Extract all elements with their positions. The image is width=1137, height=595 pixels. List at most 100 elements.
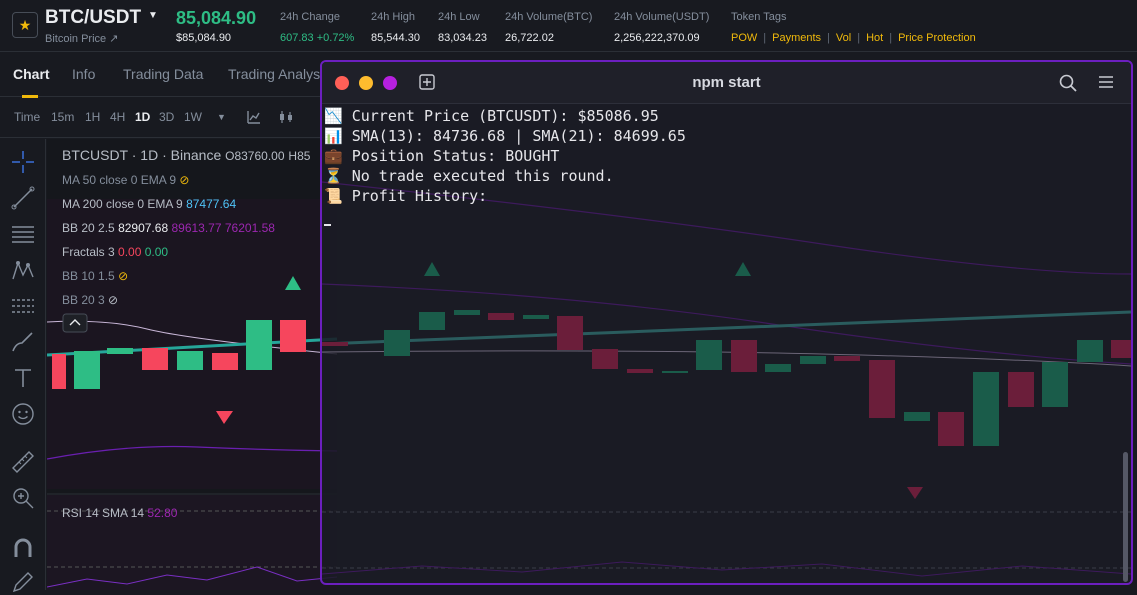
stat-label-24h-high: 24h High	[371, 11, 416, 23]
tf-time[interactable]: Time	[14, 110, 40, 124]
stat-value-24h-change: 607.83 +0.72%	[280, 32, 355, 44]
fib-icon[interactable]	[10, 221, 36, 247]
scroll-icon: 📜	[324, 187, 343, 205]
bitcoin-price-link[interactable]: Bitcoin Price ↗	[45, 32, 118, 45]
legend-rsi: RSI 14 SMA 14 52.80	[62, 506, 178, 520]
output-line-sma: 📊 SMA(13): 84736.68 | SMA(21): 84699.65	[324, 127, 686, 145]
crosshair-icon[interactable]	[10, 149, 36, 175]
candle	[1008, 372, 1034, 407]
terminal-scrollbar[interactable]	[1123, 452, 1128, 582]
chart-down-icon: 📉	[324, 107, 343, 125]
bar-chart-icon: 📊	[324, 127, 343, 145]
stat-value-24h-low: 83,034.23	[438, 32, 487, 44]
candle	[731, 340, 757, 372]
tab-chart[interactable]: Chart	[13, 66, 50, 82]
tag-payments[interactable]: Payments	[772, 32, 821, 44]
candle	[834, 356, 860, 361]
timeframe-bar: Time 15m 1H 4H 1D 3D 1W ▼	[0, 98, 330, 138]
magnet-icon[interactable]	[10, 535, 36, 561]
tf-1h[interactable]: 1H	[85, 110, 100, 124]
stat-label-volume-usdt: 24h Volume(USDT)	[614, 11, 710, 23]
tf-3d[interactable]: 3D	[159, 110, 174, 124]
output-line-trade: ⏳ No trade executed this round.	[324, 167, 614, 185]
ma-line	[322, 350, 1131, 367]
more-timeframes-chevron-icon[interactable]: ▼	[217, 112, 226, 122]
briefcase-icon: 💼	[324, 147, 343, 165]
candle	[1077, 340, 1103, 362]
terminal-output[interactable]: 📉 Current Price (BTCUSDT): $85086.95 📊 S…	[324, 106, 686, 206]
tab-trading-data[interactable]: Trading Data	[123, 66, 203, 82]
tab-trading-analysis[interactable]: Trading Analysis	[228, 66, 330, 82]
tf-15m[interactable]: 15m	[51, 110, 74, 124]
measure-lines-icon[interactable]	[10, 293, 36, 319]
tag-pow[interactable]: POW	[731, 32, 757, 44]
candle	[280, 320, 306, 352]
search-icon[interactable]	[1059, 74, 1077, 92]
pair-name[interactable]: BTC/USDT	[45, 7, 141, 29]
candle	[488, 313, 514, 320]
candle	[212, 353, 238, 370]
stat-value-24h-high: 85,544.30	[371, 32, 420, 44]
candle	[904, 412, 930, 421]
candle	[419, 312, 445, 330]
stat-label-token-tags: Token Tags	[731, 11, 787, 23]
tf-4h[interactable]: 4H	[110, 110, 125, 124]
ruler-icon[interactable]	[10, 449, 36, 475]
collapse-legend-button[interactable]	[62, 313, 88, 333]
emoji-icon[interactable]	[10, 401, 36, 427]
legend-bb20: BB 20 3 ⊘	[62, 293, 119, 307]
hourglass-icon: ⏳	[324, 167, 343, 185]
eye-off-icon[interactable]: ⊘	[179, 173, 189, 187]
pattern-icon[interactable]	[10, 257, 36, 283]
last-price: 85,084.90	[176, 8, 257, 28]
favorite-star-button[interactable]: ★	[12, 12, 38, 38]
candles-group	[322, 262, 1131, 499]
eye-off-icon[interactable]: ⊘	[118, 269, 128, 283]
candle	[973, 372, 999, 446]
stat-label-volume-btc: 24h Volume(BTC)	[505, 11, 593, 23]
terminal-title: npm start	[692, 74, 761, 91]
candle	[800, 356, 826, 364]
tag-price-protection[interactable]: Price Protection	[898, 32, 976, 44]
candle-type-icon[interactable]	[278, 110, 294, 124]
lock-pencil-icon[interactable]	[10, 569, 36, 595]
stat-value-volume-btc: 26,722.02	[505, 32, 554, 44]
tf-1d[interactable]: 1D	[135, 110, 150, 124]
candle	[557, 316, 583, 350]
terminal-window[interactable]: npm start 📉 Current Price (BTCUSDT): $85…	[320, 60, 1133, 585]
candle	[523, 315, 549, 319]
output-line-profit: 📜 Profit History:	[324, 187, 488, 205]
drawing-toolbar	[0, 139, 46, 593]
tf-1w[interactable]: 1W	[184, 110, 202, 124]
trendline-icon[interactable]	[10, 185, 36, 211]
candle	[52, 354, 66, 389]
indicator-chart-icon[interactable]	[247, 110, 261, 124]
tag-hot[interactable]: Hot	[866, 32, 883, 44]
stat-label-24h-change: 24h Change	[280, 11, 340, 23]
chevron-down-icon[interactable]: ▼	[148, 10, 158, 21]
stat-label-24h-low: 24h Low	[438, 11, 480, 23]
rsi-line	[322, 561, 1131, 577]
eye-off-icon[interactable]: ⊘	[108, 293, 118, 307]
terminal-titlebar: npm start	[322, 62, 1131, 104]
legend-ma200: MA 200 close 0 EMA 9 87477.64	[62, 197, 237, 211]
candle	[177, 351, 203, 370]
candle	[1042, 362, 1068, 407]
legend-fractals: Fractals 3 0.00 0.00	[62, 245, 169, 259]
candle	[1111, 340, 1131, 358]
chart-tabs: Chart Info Trading Data Trading Analysis	[0, 53, 330, 98]
zoom-icon[interactable]	[10, 485, 36, 511]
candle	[454, 310, 480, 315]
tag-vol[interactable]: Vol	[836, 32, 851, 44]
hamburger-menu-icon[interactable]	[1098, 75, 1114, 89]
chart-symbol-title: BTCUSDT · 1D · Binance O83760.00 H85	[62, 147, 311, 163]
legend-ma50: MA 50 close 0 EMA 9 ⊘	[62, 173, 190, 187]
candle	[869, 360, 895, 418]
candle	[627, 369, 653, 373]
brush-icon[interactable]	[10, 329, 36, 355]
candle	[74, 351, 100, 389]
text-icon[interactable]	[10, 365, 36, 391]
candle	[384, 330, 410, 356]
tab-info[interactable]: Info	[72, 66, 95, 82]
output-line-position: 💼 Position Status: BOUGHT	[324, 147, 560, 165]
